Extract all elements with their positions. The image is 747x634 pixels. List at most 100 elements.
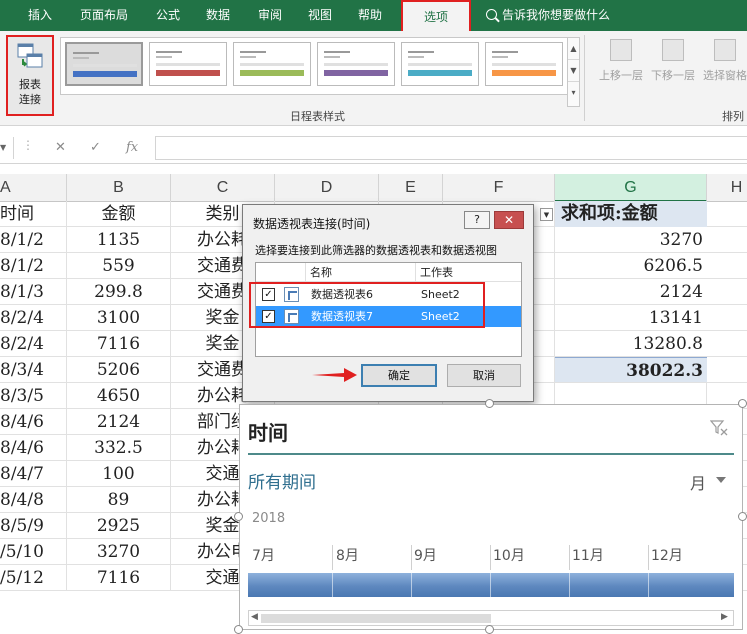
table-cell[interactable]: 8/3/5 [0, 383, 67, 409]
col-header-b[interactable]: B [67, 174, 171, 202]
col-header-e[interactable]: E [379, 174, 443, 202]
timeline-selection-bar[interactable] [248, 573, 734, 597]
table-cell[interactable]: 3100 [67, 305, 171, 331]
timeline-scrollbar[interactable]: ◀ ▶ [248, 610, 734, 626]
timeline-style-5[interactable] [401, 42, 479, 86]
table-cell[interactable]: 8/2/4 [0, 331, 67, 357]
pivot-filter-dropdown-icon[interactable]: ▼ [540, 208, 553, 221]
timeline-style-6[interactable] [485, 42, 563, 86]
cancel-button[interactable]: 取消 [447, 364, 521, 387]
ok-button[interactable]: 确定 [361, 364, 437, 387]
tab-review[interactable]: 审阅 [258, 6, 282, 23]
resize-handle[interactable] [738, 399, 747, 408]
table-cell[interactable]: 89 [67, 487, 171, 513]
table-cell[interactable]: 8/1/3 [0, 279, 67, 305]
scroll-right-icon[interactable]: ▶ [721, 612, 728, 622]
table-cell[interactable]: 8/1/2 [0, 227, 67, 253]
table-cell[interactable]: 559 [67, 253, 171, 279]
col-header-c[interactable]: C [171, 174, 275, 202]
timeline-style-3[interactable] [233, 42, 311, 86]
empty-cell[interactable] [707, 357, 747, 383]
gallery-up-icon[interactable]: ▲ [568, 38, 579, 60]
empty-cell[interactable] [707, 305, 747, 331]
tab-data[interactable]: 数据 [206, 6, 230, 23]
send-backward-button[interactable]: 下移一层 [648, 39, 698, 83]
pivot-value[interactable]: 6206.5 [555, 253, 707, 279]
empty-cell[interactable] [707, 227, 747, 253]
report-connections-button[interactable]: 报表 连接 [6, 35, 54, 116]
table-cell[interactable]: /5/12 [0, 565, 67, 591]
bring-forward-button[interactable]: 上移一层 [596, 39, 646, 83]
resize-handle[interactable] [738, 512, 747, 521]
close-button[interactable]: ✕ [494, 211, 524, 229]
scroll-thumb[interactable] [261, 614, 491, 623]
col-header-d[interactable]: D [275, 174, 379, 202]
tab-options[interactable]: 选项 [401, 0, 471, 31]
table-cell[interactable]: 8/4/6 [0, 435, 67, 461]
resize-handle[interactable] [234, 625, 243, 634]
timeline-slicer[interactable]: 时间 所有期间 月 2018 7月 8月 9月 10月 11月 12月 ◀ ▶ [239, 404, 743, 630]
header-cell[interactable]: 金额 [67, 201, 171, 227]
timeline-month[interactable]: 7月 [252, 545, 275, 565]
cancel-icon[interactable]: ✕ [55, 140, 66, 155]
resize-handle[interactable] [234, 512, 243, 521]
pivot-grand-total[interactable]: 38022.3 [555, 357, 707, 383]
gallery-more-icon[interactable]: ▾ [568, 82, 579, 104]
table-cell[interactable]: 299.8 [67, 279, 171, 305]
col-header-a[interactable]: A [0, 174, 67, 202]
enter-icon[interactable]: ✓ [90, 140, 101, 155]
pivot-value[interactable]: 3270 [555, 227, 707, 253]
chevron-down-icon[interactable] [716, 477, 726, 483]
timeline-month[interactable]: 12月 [651, 545, 683, 565]
table-cell[interactable]: 7116 [67, 331, 171, 357]
timeline-month[interactable]: 10月 [493, 545, 525, 565]
pivot-value[interactable]: 2124 [555, 279, 707, 305]
table-cell[interactable]: 100 [67, 461, 171, 487]
col-header-h[interactable]: H [707, 174, 747, 202]
table-cell[interactable]: 4650 [67, 383, 171, 409]
timeline-style-2[interactable] [149, 42, 227, 86]
table-cell[interactable]: 2925 [67, 513, 171, 539]
selection-pane-button[interactable]: 选择窗格 [700, 39, 747, 83]
table-cell[interactable]: 7116 [67, 565, 171, 591]
pivot-value[interactable]: 13141 [555, 305, 707, 331]
table-cell[interactable]: 8/4/7 [0, 461, 67, 487]
empty-cell[interactable] [707, 279, 747, 305]
name-box-dropdown-icon[interactable]: ▼ [0, 137, 14, 159]
scroll-left-icon[interactable]: ◀ [251, 612, 258, 622]
table-cell[interactable]: 8/4/8 [0, 487, 67, 513]
tell-me-search[interactable]: 告诉我你想要做什么 [486, 6, 610, 23]
col-header-f[interactable]: F [443, 174, 555, 202]
tab-page-layout[interactable]: 页面布局 [80, 6, 128, 23]
clear-filter-icon[interactable] [710, 419, 728, 437]
table-cell[interactable]: 8/4/6 [0, 409, 67, 435]
timeline-style-4[interactable] [317, 42, 395, 86]
table-cell[interactable]: 8/2/4 [0, 305, 67, 331]
empty-cell[interactable] [707, 253, 747, 279]
timeline-month[interactable]: 11月 [572, 545, 604, 565]
list-header-name[interactable]: 名称 [306, 263, 416, 282]
tab-formulas[interactable]: 公式 [156, 6, 180, 23]
timeline-style-1[interactable] [65, 42, 143, 86]
timeline-month[interactable]: 8月 [336, 545, 359, 565]
table-cell[interactable]: 332.5 [67, 435, 171, 461]
empty-cell[interactable] [707, 201, 747, 227]
timeline-month[interactable]: 9月 [414, 545, 437, 565]
help-button[interactable]: ? [464, 211, 490, 229]
table-cell[interactable]: 2124 [67, 409, 171, 435]
resize-handle[interactable] [485, 625, 494, 634]
table-cell[interactable]: 8/5/9 [0, 513, 67, 539]
pivot-value[interactable]: 13280.8 [555, 331, 707, 357]
table-cell[interactable]: /5/10 [0, 539, 67, 565]
table-cell[interactable]: 1135 [67, 227, 171, 253]
header-cell[interactable]: 时间 [0, 201, 67, 227]
table-cell[interactable]: 8/1/2 [0, 253, 67, 279]
list-header-sheet[interactable]: 工作表 [416, 263, 521, 282]
table-cell[interactable]: 5206 [67, 357, 171, 383]
table-cell[interactable]: 3270 [67, 539, 171, 565]
tab-insert[interactable]: 插入 [28, 6, 52, 23]
resize-handle[interactable] [485, 399, 494, 408]
gallery-down-icon[interactable]: ▼ [568, 60, 579, 82]
tab-view[interactable]: 视图 [308, 6, 332, 23]
table-cell[interactable]: 8/3/4 [0, 357, 67, 383]
